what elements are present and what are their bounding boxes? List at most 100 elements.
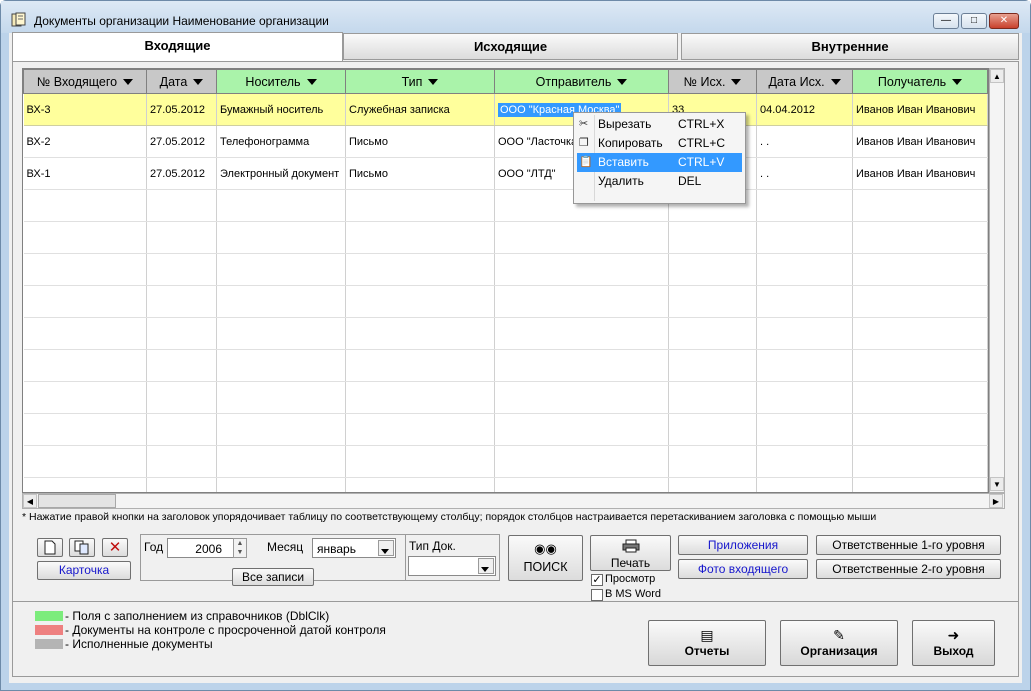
new-document-button[interactable]: [37, 538, 63, 557]
empty-row: [23, 477, 988, 492]
title-bar: Документы организации Наименование орган…: [1, 1, 1030, 33]
tab-incoming[interactable]: Входящие: [12, 32, 343, 62]
responsible-level1-button[interactable]: Ответственные 1-го уровня: [816, 535, 1001, 555]
documents-icon: [11, 12, 26, 27]
empty-row: [23, 413, 988, 446]
doc-type-label: Тип Док.: [409, 539, 456, 553]
table-cell[interactable]: Иванов Иван Иванович: [852, 157, 988, 190]
reports-button[interactable]: ▤ Отчеты: [648, 620, 766, 666]
attachments-button[interactable]: Приложения: [678, 535, 808, 555]
menu-item-copy[interactable]: ❐ Копировать CTRL+C: [577, 134, 742, 153]
preview-checkbox[interactable]: ✓: [591, 574, 603, 586]
legend-text: - Исполненные документы: [65, 637, 213, 651]
tab-outgoing[interactable]: Исходящие: [343, 33, 678, 60]
search-button[interactable]: ◉◉ ПОИСК: [508, 535, 583, 581]
dropdown-arrow-icon: [731, 79, 742, 86]
context-menu: ✂ Вырезать CTRL+X ❐ Копировать CTRL+C 📋 …: [573, 112, 746, 204]
column-header-outgoing-no[interactable]: № Исх.: [668, 69, 757, 94]
scroll-left-icon[interactable]: ◀: [23, 494, 37, 508]
column-header-carrier[interactable]: Носитель: [216, 69, 346, 94]
exit-button[interactable]: ➜ Выход: [912, 620, 995, 666]
year-label: Год: [144, 540, 164, 554]
minimize-button[interactable]: —: [933, 13, 959, 29]
column-header-incoming-no[interactable]: № Входящего: [23, 69, 147, 94]
dropdown-arrow-icon: [952, 79, 963, 86]
window-title: Документы организации Наименование орган…: [34, 14, 329, 28]
chevron-down-icon[interactable]: [378, 540, 394, 556]
new-file-icon: [44, 540, 56, 555]
table-cell[interactable]: Иванов Иван Иванович: [852, 93, 988, 126]
organization-button[interactable]: ✎ Организация: [780, 620, 898, 666]
copy-icon: ❐: [579, 137, 589, 149]
table-row[interactable]: ВХ-3 27.05.2012 Бумажный носитель Служеб…: [23, 93, 988, 126]
all-records-button[interactable]: Все записи: [232, 568, 314, 586]
maximize-button[interactable]: □: [961, 13, 987, 29]
table-row[interactable]: ВХ-2 27.05.2012 Телефонограмма Письмо ОО…: [23, 125, 988, 158]
table-cell[interactable]: 04.04.2012: [756, 93, 853, 126]
scroll-down-icon[interactable]: ▼: [990, 477, 1004, 491]
print-button[interactable]: Печать: [590, 535, 671, 571]
horizontal-scrollbar[interactable]: ◀ ▶: [22, 493, 1005, 509]
photo-incoming-button[interactable]: Фото входящего: [678, 559, 808, 579]
empty-row: [23, 221, 988, 254]
scroll-up-icon[interactable]: ▲: [990, 69, 1004, 83]
vertical-scrollbar[interactable]: ▲ ▼: [989, 68, 1005, 493]
table-cell[interactable]: 27.05.2012: [146, 125, 217, 158]
card-button[interactable]: Карточка: [37, 561, 131, 580]
legend-swatch-green: [35, 611, 63, 621]
menu-item-paste[interactable]: 📋 Вставить CTRL+V: [577, 153, 742, 172]
column-header-outgoing-date[interactable]: Дата Исх.: [756, 69, 853, 94]
delete-x-icon: ✕: [108, 539, 122, 556]
month-select[interactable]: январь: [312, 538, 396, 558]
copy-icon: [74, 540, 89, 555]
table-cell[interactable]: Телефонограмма: [216, 125, 346, 158]
empty-row: [23, 317, 988, 350]
report-icon: ▤: [700, 627, 714, 643]
table-cell[interactable]: . .: [756, 125, 853, 158]
close-button[interactable]: ✕: [989, 13, 1019, 29]
responsible-level2-button[interactable]: Ответственные 2-го уровня: [816, 559, 1001, 579]
table-cell[interactable]: Иванов Иван Иванович: [852, 125, 988, 158]
column-header-recipient[interactable]: Получатель: [852, 69, 988, 94]
empty-row: [23, 189, 988, 222]
app-window: Документы организации Наименование орган…: [0, 0, 1031, 691]
table-cell[interactable]: Служебная записка: [345, 93, 495, 126]
column-header-type[interactable]: Тип: [345, 69, 495, 94]
organization-icon: ✎: [833, 627, 845, 643]
dropdown-arrow-icon: [428, 79, 439, 86]
table-cell[interactable]: Письмо: [345, 157, 495, 190]
empty-row: [23, 445, 988, 478]
table-cell[interactable]: ВХ-2: [23, 125, 147, 158]
legend-text: - Документы на контроле с просроченной д…: [65, 623, 386, 637]
table-cell[interactable]: 27.05.2012: [146, 157, 217, 190]
chevron-down-icon[interactable]: [478, 558, 494, 574]
legend-text: - Поля с заполнением из справочников (Db…: [65, 609, 330, 623]
copy-document-button[interactable]: [69, 538, 95, 557]
table-cell[interactable]: Бумажный носитель: [216, 93, 346, 126]
table-cell[interactable]: ВХ-3: [23, 93, 147, 126]
menu-item-delete[interactable]: Удалить DEL: [577, 172, 742, 191]
msword-checkbox[interactable]: [591, 589, 603, 601]
table-cell[interactable]: Письмо: [345, 125, 495, 158]
menu-item-cut[interactable]: ✂ Вырезать CTRL+X: [577, 115, 742, 134]
year-input[interactable]: 2006: [167, 538, 239, 558]
binoculars-icon: ◉◉: [534, 541, 557, 556]
delete-document-button[interactable]: ✕: [102, 538, 128, 557]
scroll-thumb[interactable]: [38, 494, 116, 508]
column-header-date[interactable]: Дата: [146, 69, 217, 94]
doc-type-select[interactable]: [408, 556, 496, 576]
empty-row: [23, 285, 988, 318]
table-cell[interactable]: . .: [756, 157, 853, 190]
empty-row: [23, 253, 988, 286]
exit-icon: ➜: [947, 627, 960, 643]
table-cell[interactable]: 27.05.2012: [146, 93, 217, 126]
table-cell[interactable]: Электронный документ: [216, 157, 346, 190]
scroll-right-icon[interactable]: ▶: [989, 494, 1003, 508]
tab-internal[interactable]: Внутренние: [681, 33, 1019, 60]
month-label: Месяц: [267, 540, 304, 554]
table-cell[interactable]: ВХ-1: [23, 157, 147, 190]
column-header-sender[interactable]: Отправитель: [494, 69, 669, 94]
year-spinner[interactable]: ▲ ▼: [233, 538, 247, 558]
documents-table[interactable]: № Входящего Дата Носитель Тип Отправител…: [22, 68, 989, 493]
table-row[interactable]: ВХ-1 27.05.2012 Электронный документ Пис…: [23, 157, 988, 190]
